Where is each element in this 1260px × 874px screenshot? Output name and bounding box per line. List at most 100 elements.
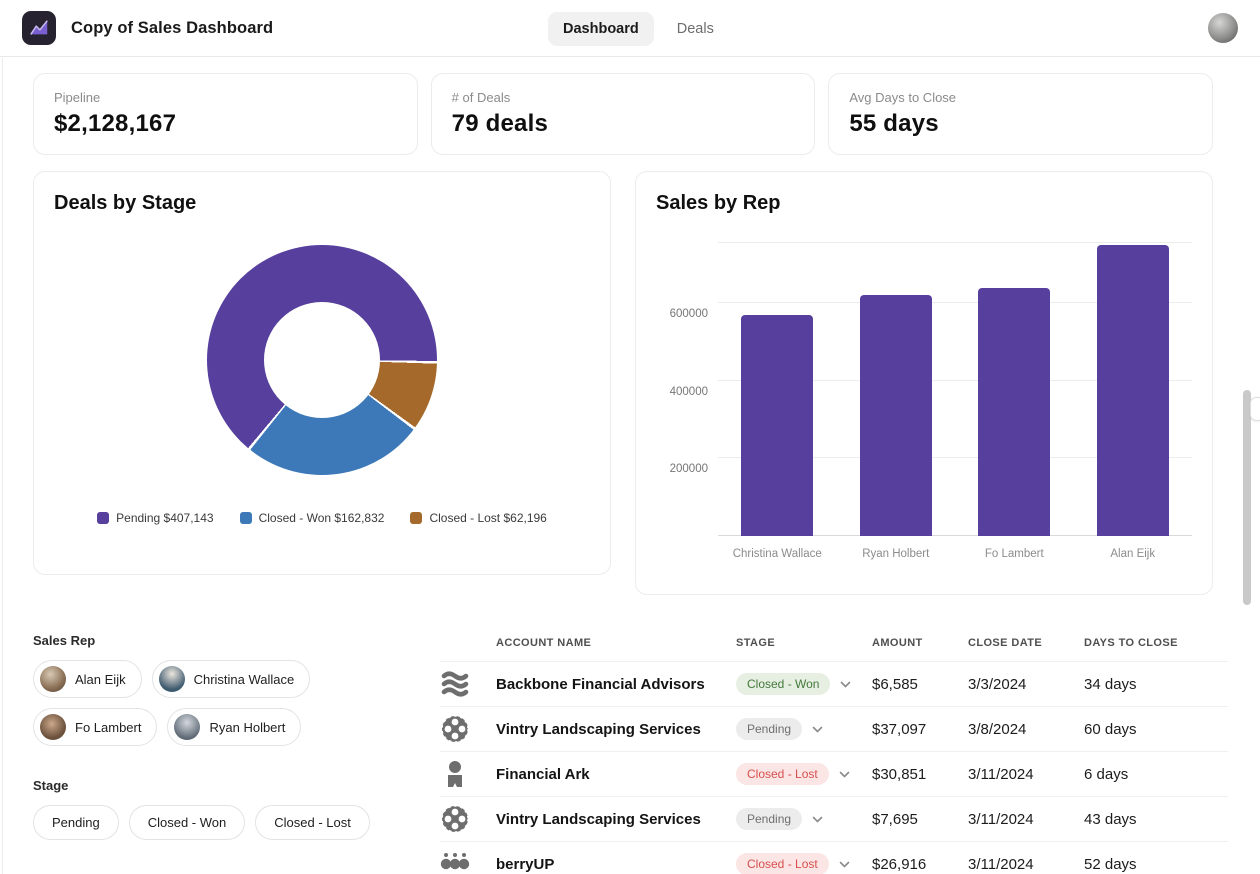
amount-cell: $26,916 <box>872 856 968 873</box>
legend-label: Closed - Lost $62,196 <box>429 511 546 525</box>
stage-select[interactable]: Pending <box>736 718 872 740</box>
rep-name: Ryan Holbert <box>209 720 285 735</box>
column-header-amount: AMOUNT <box>872 637 968 649</box>
company-berries-icon <box>440 849 496 874</box>
content-left-divider <box>2 58 3 874</box>
vertical-scrollbar[interactable] <box>1243 390 1251 605</box>
legend-item: Closed - Lost $62,196 <box>410 511 546 525</box>
user-avatar[interactable] <box>1208 13 1238 43</box>
sales-rep-pill-christina-wallace[interactable]: Christina Wallace <box>152 660 311 698</box>
bar-christina-wallace[interactable] <box>741 315 813 536</box>
donut-legend: Pending $407,143Closed - Won $162,832Clo… <box>54 511 590 525</box>
stage-badge: Pending <box>736 718 802 740</box>
table-row[interactable]: Backbone Financial AdvisorsClosed - Won$… <box>440 661 1228 706</box>
app-header: Copy of Sales Dashboard DashboardDeals <box>0 0 1260 57</box>
stage-select[interactable]: Closed - Lost <box>736 763 872 785</box>
sales-rep-pill-alan-eijk[interactable]: Alan Eijk <box>33 660 142 698</box>
x-tick-label: Alan Eijk <box>1074 548 1192 560</box>
stage-filter-pill-closedlost[interactable]: Closed - Lost <box>255 805 370 840</box>
table-body: Backbone Financial AdvisorsClosed - Won $… <box>440 661 1228 874</box>
stat-card-3: Avg Days to Close 55 days <box>828 73 1213 155</box>
days-to-close-cell: 52 days <box>1084 856 1228 873</box>
scroll-handle[interactable] <box>1250 397 1260 421</box>
company-clover-icon <box>440 714 496 744</box>
stage-select[interactable]: Pending <box>736 808 872 830</box>
stage-badge: Pending <box>736 808 802 830</box>
sales-rep-pill-ryan-holbert[interactable]: Ryan Holbert <box>167 708 301 746</box>
y-tick-label: 200000 <box>670 463 708 475</box>
y-tick-label: 400000 <box>670 386 708 398</box>
tab-deals[interactable]: Deals <box>662 12 729 46</box>
x-tick-label: Ryan Holbert <box>837 548 955 560</box>
stat-cards: Pipeline$2,128,167# of Deals79 dealsAvg … <box>33 73 1213 155</box>
rep-avatar <box>159 666 185 692</box>
close-date-cell: 3/11/2024 <box>968 766 1084 783</box>
column-header-stage: STAGE <box>736 637 872 649</box>
stage-filter-pill-pending[interactable]: Pending <box>33 805 119 840</box>
stat-value: 55 days <box>849 110 1192 138</box>
account-name-cell: berryUP <box>496 856 736 873</box>
table-header-row: ACCOUNT NAMESTAGEAMOUNTCLOSE DATEDAYS TO… <box>440 625 1228 661</box>
deals-table: ACCOUNT NAMESTAGEAMOUNTCLOSE DATEDAYS TO… <box>440 625 1228 874</box>
legend-item: Pending $407,143 <box>97 511 213 525</box>
donut-chart-title: Deals by Stage <box>54 192 590 215</box>
column-header-days-to-close: DAYS TO CLOSE <box>1084 637 1228 649</box>
bar-ryan-holbert[interactable] <box>860 295 932 536</box>
amount-cell: $7,695 <box>872 811 968 828</box>
page-title: Copy of Sales Dashboard <box>71 19 273 38</box>
account-name-cell: Vintry Landscaping Services <box>496 721 736 738</box>
column-header-account-name: ACCOUNT NAME <box>496 637 736 649</box>
table-row[interactable]: berryUPClosed - Lost$26,9163/11/202452 d… <box>440 841 1228 874</box>
sales-by-rep-bar-chart[interactable]: 200000400000600000 <box>718 243 1192 536</box>
deals-by-stage-donut-chart[interactable] <box>207 245 437 475</box>
legend-swatch <box>410 512 422 524</box>
tab-dashboard[interactable]: Dashboard <box>548 12 654 46</box>
days-to-close-cell: 60 days <box>1084 721 1228 738</box>
days-to-close-cell: 43 days <box>1084 811 1228 828</box>
chevron-down-icon <box>812 720 823 738</box>
sales-rep-filter-label: Sales Rep <box>33 633 440 648</box>
legend-label: Pending $407,143 <box>116 511 213 525</box>
filters-panel: Sales Rep Alan Eijk Christina Wallace Fo L… <box>33 619 440 874</box>
table-row[interactable]: Financial ArkClosed - Lost$30,8513/11/20… <box>440 751 1228 796</box>
stat-label: # of Deals <box>452 90 795 105</box>
stage-select[interactable]: Closed - Lost <box>736 853 872 874</box>
rep-name: Christina Wallace <box>194 672 295 687</box>
column-header-close-date: CLOSE DATE <box>968 637 1084 649</box>
chevron-down-icon <box>839 765 850 783</box>
stat-label: Pipeline <box>54 90 397 105</box>
days-to-close-cell: 34 days <box>1084 676 1228 693</box>
table-row[interactable]: Vintry Landscaping ServicesPending $37,09… <box>440 706 1228 751</box>
charts-row: Deals by Stage Pending $407,143Closed - … <box>33 171 1213 595</box>
amount-cell: $37,097 <box>872 721 968 738</box>
bar-chart-title: Sales by Rep <box>656 192 1192 215</box>
sales-rep-pill-fo-lambert[interactable]: Fo Lambert <box>33 708 157 746</box>
stat-value: 79 deals <box>452 110 795 138</box>
chevron-down-icon <box>839 855 850 873</box>
company-waves-icon <box>440 669 496 699</box>
close-date-cell: 3/3/2024 <box>968 676 1084 693</box>
legend-swatch <box>97 512 109 524</box>
rep-avatar <box>174 714 200 740</box>
table-row[interactable]: Vintry Landscaping ServicesPending$7,695… <box>440 796 1228 841</box>
donut-hole <box>264 302 380 418</box>
bottom-section: Sales Rep Alan Eijk Christina Wallace Fo L… <box>33 619 1228 874</box>
stat-label: Avg Days to Close <box>849 90 1192 105</box>
app-logo-icon <box>22 11 56 45</box>
account-name-cell: Backbone Financial Advisors <box>496 676 736 693</box>
stage-filter-pill-closedwon[interactable]: Closed - Won <box>129 805 246 840</box>
company-person-icon <box>440 759 496 789</box>
stage-badge: Closed - Won <box>736 673 830 695</box>
bar-alan-eijk[interactable] <box>1097 245 1169 536</box>
rep-avatar <box>40 714 66 740</box>
close-date-cell: 3/8/2024 <box>968 721 1084 738</box>
stage-filter-label: Stage <box>33 778 440 793</box>
bar-chart-x-labels: Christina WallaceRyan HolbertFo LambertA… <box>718 548 1192 560</box>
days-to-close-cell: 6 days <box>1084 766 1228 783</box>
bar-fo-lambert[interactable] <box>978 288 1050 536</box>
sales-by-rep-card: Sales by Rep 200000400000600000 Christin… <box>635 171 1213 595</box>
chevron-down-icon <box>840 675 851 693</box>
deals-by-stage-card: Deals by Stage Pending $407,143Closed - … <box>33 171 611 575</box>
stage-select[interactable]: Closed - Won <box>736 673 872 695</box>
stage-badge: Closed - Lost <box>736 763 829 785</box>
